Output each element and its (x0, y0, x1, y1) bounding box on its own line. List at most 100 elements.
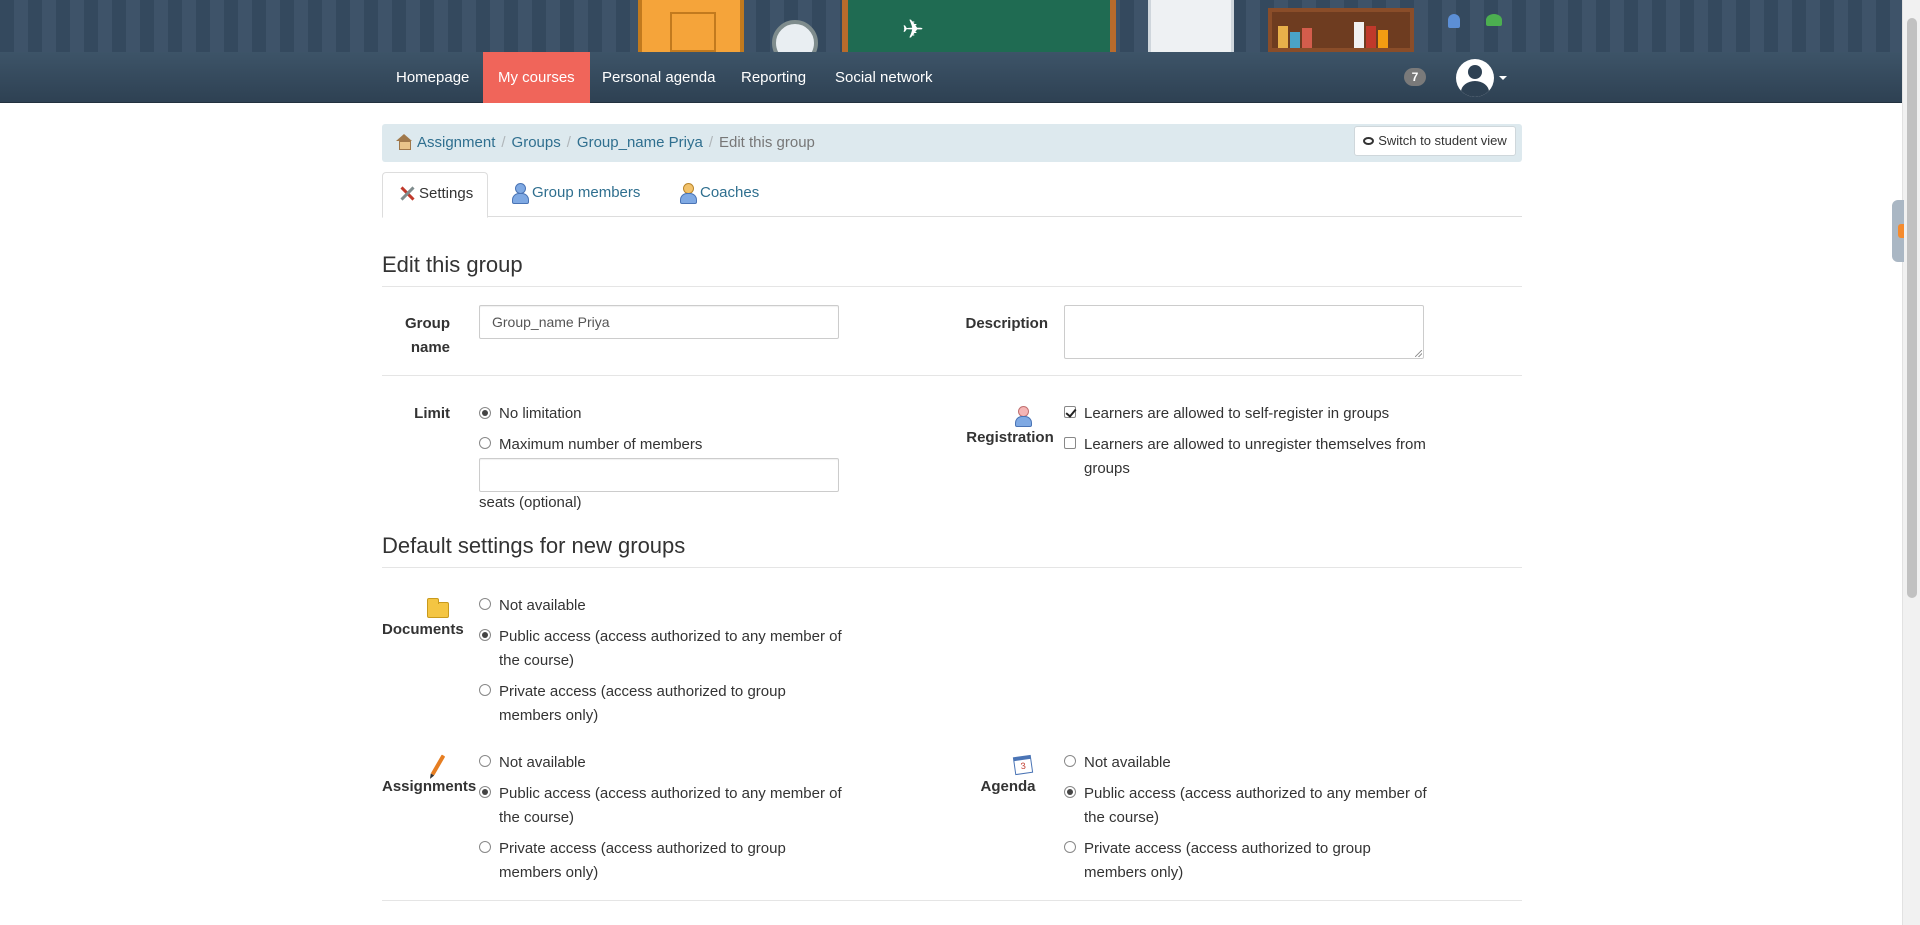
documents-public-line2: the course) (499, 652, 575, 669)
assignments-public-label: Public access (access authorized to any … (499, 782, 842, 830)
calendar-icon: 3 (1012, 754, 1034, 776)
tab-group-members[interactable]: Group members (496, 172, 654, 217)
documents-not-available-radio[interactable] (479, 598, 491, 610)
header-banner: ✈ (0, 0, 1902, 52)
tab-coaches[interactable]: Coaches (664, 172, 773, 217)
agenda-private-label: Private access (access authorized to gro… (1084, 837, 1371, 885)
pencil-icon (430, 754, 446, 776)
nav-homepage[interactable]: Homepage (381, 52, 484, 103)
documents-public-radio[interactable] (479, 629, 491, 641)
group-name-input[interactable]: Group_name Priya (479, 305, 839, 339)
group-tabs: Settings Group members Coaches (382, 172, 1522, 218)
assignments-public-line2: the course) (499, 809, 575, 826)
unregister-checkbox[interactable] (1064, 437, 1076, 449)
user-icon (510, 183, 529, 204)
group-name-label: Group name (382, 312, 450, 360)
breadcrumb-separator: / (501, 134, 506, 151)
avatar[interactable] (1456, 59, 1494, 97)
chevron-down-icon[interactable] (1499, 76, 1507, 80)
agenda-private-radio[interactable] (1064, 841, 1076, 853)
documents-label: Documents (382, 621, 464, 638)
side-panel-toggle[interactable] (1892, 200, 1904, 262)
tools-icon (397, 184, 415, 202)
scrollbar-thumb[interactable] (1907, 18, 1917, 598)
page-scrollbar[interactable] (1902, 0, 1920, 925)
breadcrumb-group-name[interactable]: Group_name Priya (577, 134, 703, 151)
nav-social-network[interactable]: Social network (820, 52, 948, 103)
limit-no-limitation-label: No limitation (499, 405, 582, 422)
group-name-label-line1: Group (405, 315, 450, 332)
assignments-private-radio[interactable] (479, 841, 491, 853)
agenda-not-available-radio[interactable] (1064, 755, 1076, 767)
documents-private-line2: members only) (499, 707, 599, 724)
documents-not-available-label: Not available (499, 597, 586, 614)
tab-coaches-label: Coaches (700, 184, 760, 201)
description-textarea[interactable] (1064, 305, 1424, 359)
notification-badge[interactable]: 7 (1404, 68, 1426, 86)
tab-settings[interactable]: Settings (382, 172, 489, 218)
divider (382, 900, 1522, 901)
unregister-label-line1: Learners are allowed to unregister thems… (1084, 436, 1426, 453)
max-members-input[interactable] (479, 458, 839, 492)
assignments-public-line1: Public access (access authorized to any … (499, 785, 842, 802)
nav-personal-agenda[interactable]: Personal agenda (587, 52, 730, 103)
documents-private-label: Private access (access authorized to gro… (499, 680, 786, 728)
breadcrumb-groups[interactable]: Groups (512, 134, 561, 151)
breadcrumb-separator: / (708, 134, 713, 151)
agenda-label: Agenda (980, 778, 1036, 795)
eye-icon (1363, 137, 1375, 145)
assignments-not-available-label: Not available (499, 754, 586, 771)
registration-icon (1014, 406, 1032, 427)
tab-settings-label: Settings (419, 185, 474, 202)
breadcrumb-assignment[interactable]: Assignment (417, 134, 495, 151)
agenda-not-available-label: Not available (1084, 754, 1171, 771)
agenda-public-radio[interactable] (1064, 786, 1076, 798)
limit-label: Limit (414, 405, 450, 422)
default-settings-title: Default settings for new groups (382, 533, 1522, 568)
limit-max-members-label: Maximum number of members (499, 436, 703, 453)
unregister-label: Learners are allowed to unregister thems… (1084, 433, 1426, 481)
folder-icon (427, 598, 449, 618)
assignments-private-line2: members only) (499, 864, 599, 881)
documents-public-label: Public access (access authorized to any … (499, 625, 842, 673)
tab-group-members-label: Group members (532, 184, 641, 201)
nav-reporting[interactable]: Reporting (726, 52, 821, 103)
description-label: Description (965, 315, 1048, 332)
agenda-public-line2: the course) (1084, 809, 1160, 826)
breadcrumb-current: Edit this group (719, 134, 815, 151)
self-register-checkbox[interactable] (1064, 406, 1076, 418)
banner-bookshelf-illustration (1268, 8, 1414, 52)
agenda-public-line1: Public access (access authorized to any … (1084, 785, 1427, 802)
breadcrumb-separator: / (566, 134, 571, 151)
documents-private-line1: Private access (access authorized to gro… (499, 683, 786, 700)
assignments-label: Assignments (382, 778, 477, 795)
switch-student-view-label: Switch to student view (1378, 133, 1507, 148)
agenda-private-line2: members only) (1084, 864, 1184, 881)
banner-plant-icon (1486, 14, 1502, 26)
assignments-private-label: Private access (access authorized to gro… (499, 837, 786, 885)
user-menu[interactable] (1456, 59, 1510, 97)
assignments-private-line1: Private access (access authorized to gro… (499, 840, 786, 857)
home-icon (396, 134, 412, 150)
assignments-not-available-radio[interactable] (479, 755, 491, 767)
banner-door-illustration (638, 0, 744, 52)
divider (382, 375, 1522, 376)
documents-public-line1: Public access (access authorized to any … (499, 628, 842, 645)
limit-no-limitation-radio[interactable] (479, 407, 491, 419)
agenda-public-label: Public access (access authorized to any … (1084, 782, 1427, 830)
limit-max-members-radio[interactable] (479, 437, 491, 449)
agenda-private-line1: Private access (access authorized to gro… (1084, 840, 1371, 857)
banner-person-icon (1448, 14, 1460, 28)
clock-icon (772, 20, 818, 52)
banner-paper-illustration (1148, 0, 1234, 52)
assignments-public-radio[interactable] (479, 786, 491, 798)
group-name-label-line2: name (410, 339, 450, 356)
breadcrumb: Assignment / Groups / Group_name Priya / Edit … (382, 124, 1522, 162)
nav-my-courses[interactable]: My courses (483, 52, 590, 103)
form-title: Edit this group (382, 252, 1522, 287)
registration-label: Registration (966, 429, 1054, 446)
paper-plane-icon: ✈ (902, 14, 924, 44)
banner-chalkboard-illustration (842, 0, 1116, 52)
switch-student-view-button[interactable]: Switch to student view (1354, 126, 1516, 156)
documents-private-radio[interactable] (479, 684, 491, 696)
